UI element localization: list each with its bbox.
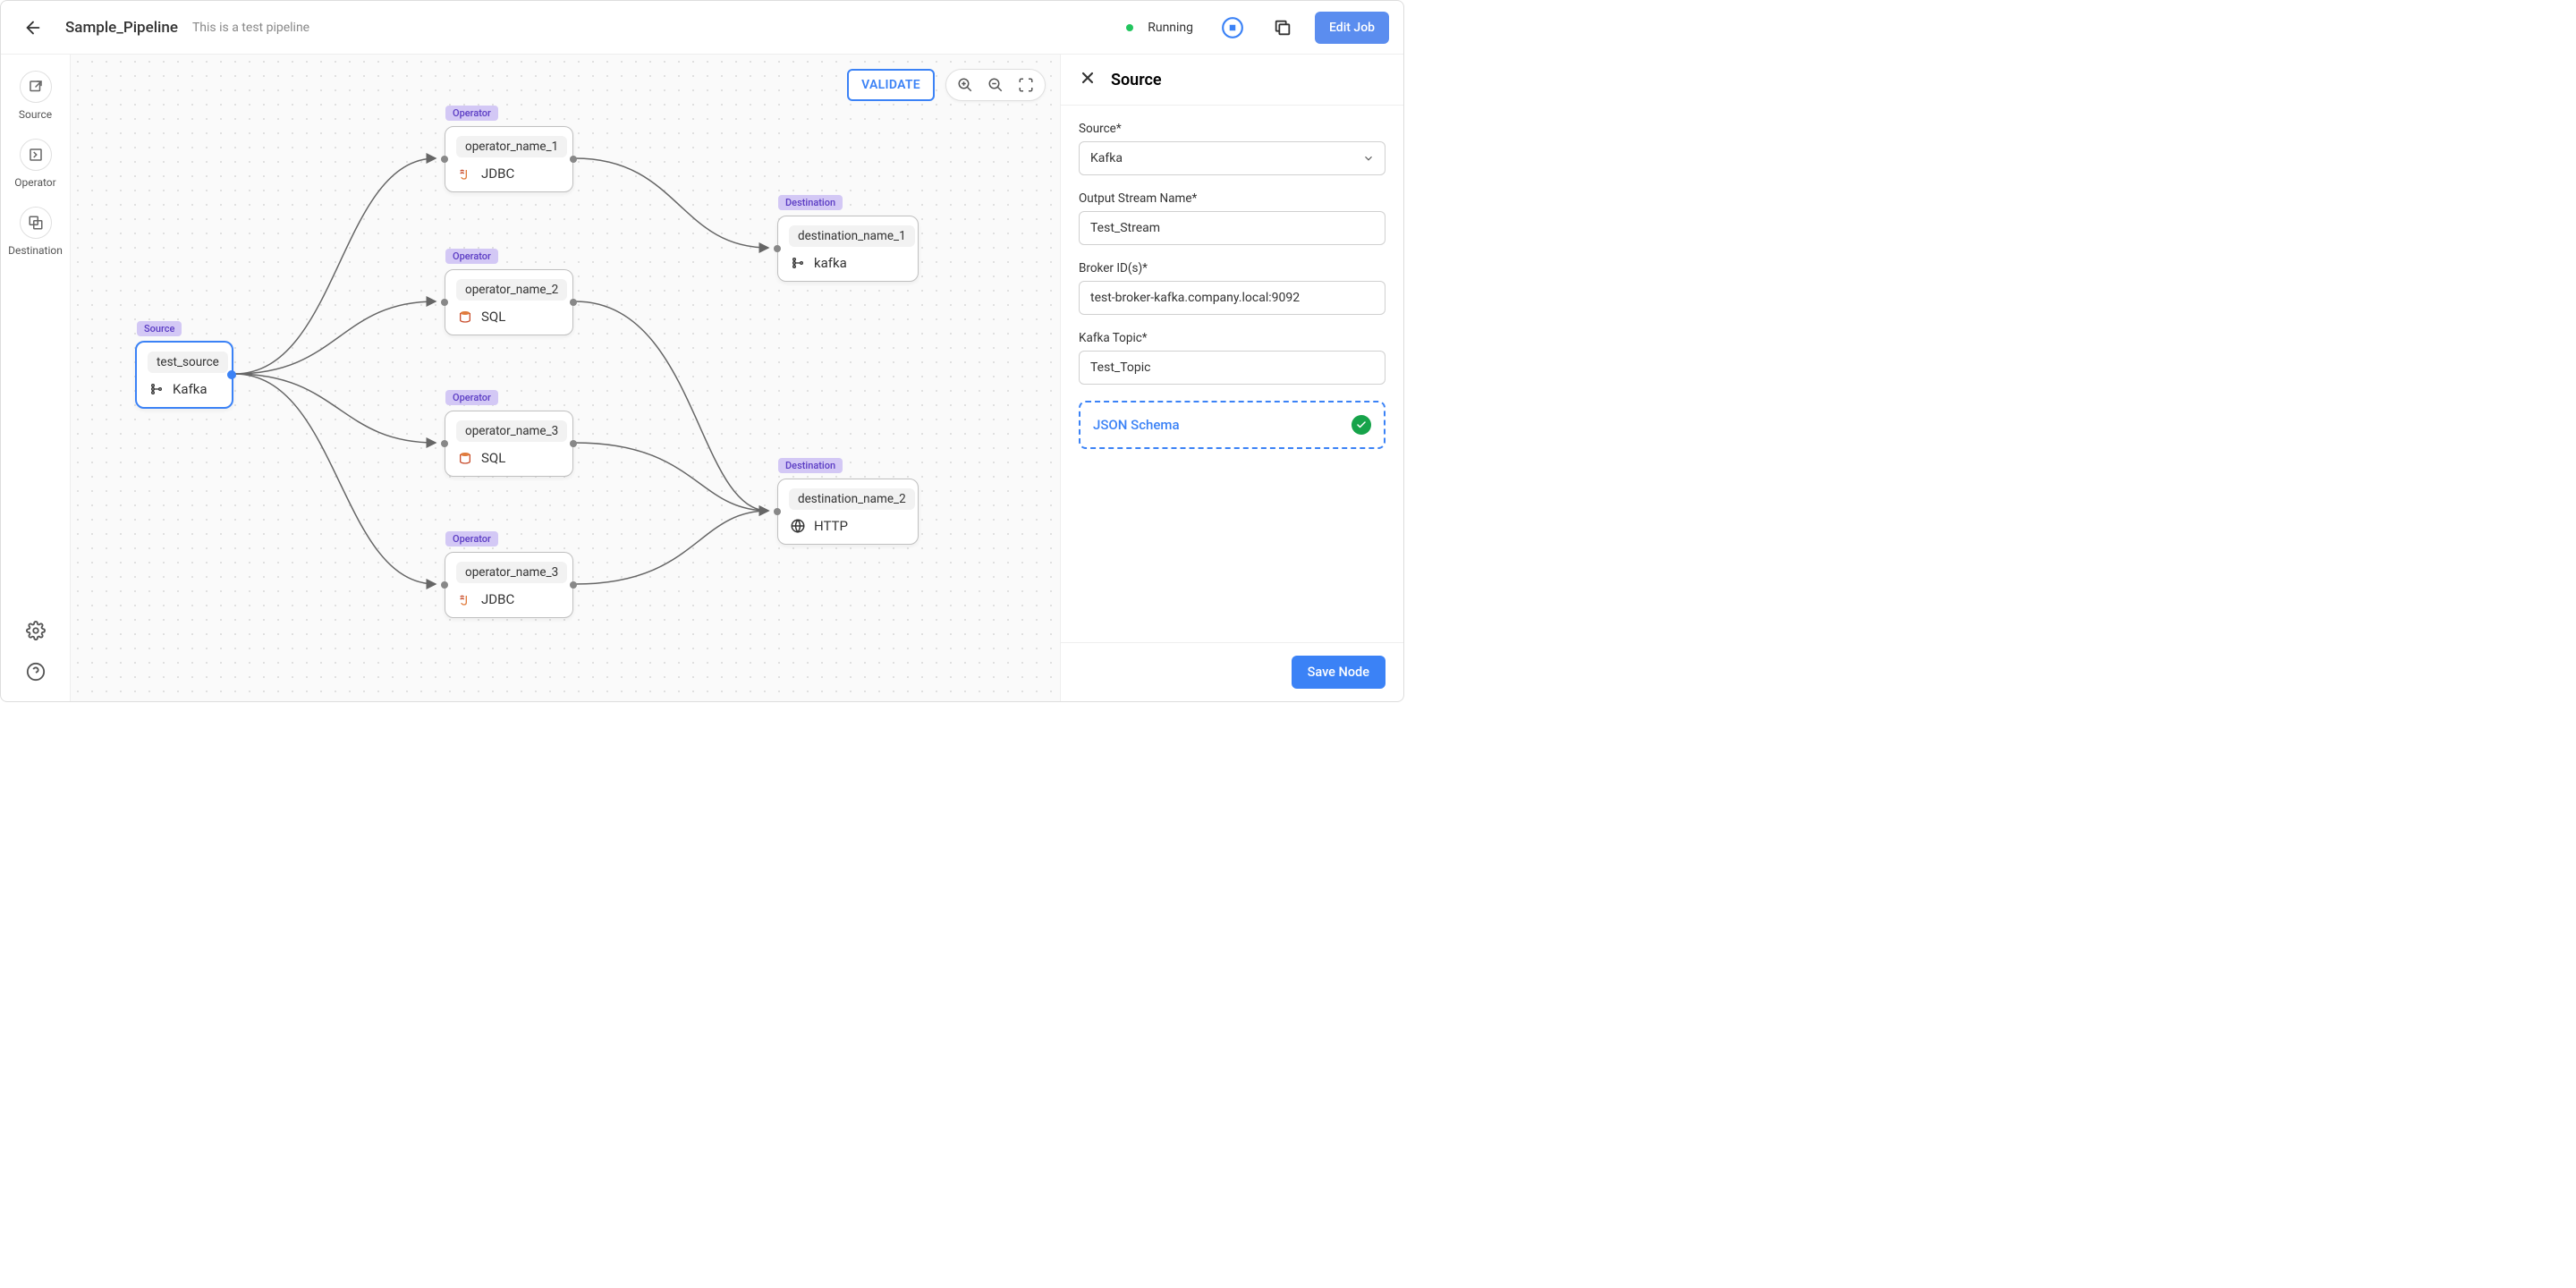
node-name: destination_name_2 <box>789 488 915 510</box>
sidebar-item-label: Destination <box>8 244 63 257</box>
zoom-controls <box>945 69 1046 101</box>
zoom-out-button[interactable] <box>986 75 1005 95</box>
source-select[interactable]: Kafka <box>1079 141 1385 175</box>
save-node-button[interactable]: Save Node <box>1292 656 1385 689</box>
check-badge <box>1352 415 1371 435</box>
stop-icon <box>1221 16 1244 39</box>
node-tech: kafka <box>814 255 847 271</box>
panel-title: Source <box>1111 71 1162 89</box>
node-output-handle[interactable] <box>570 156 577 163</box>
node-operator-1[interactable]: Operator operator_name_1 JDBC <box>445 126 573 192</box>
help-button[interactable] <box>21 657 51 687</box>
settings-button[interactable] <box>21 615 51 646</box>
fullscreen-icon <box>1018 77 1034 93</box>
node-output-handle[interactable] <box>570 299 577 306</box>
validate-button[interactable]: VALIDATE <box>847 69 935 101</box>
kafka-icon <box>148 380 165 398</box>
node-name: operator_name_2 <box>456 279 567 301</box>
stream-name-input[interactable] <box>1079 211 1385 245</box>
gear-icon <box>26 621 46 640</box>
node-name: operator_name_3 <box>456 420 567 442</box>
node-name: operator_name_1 <box>456 136 567 157</box>
node-output-handle[interactable] <box>227 370 236 379</box>
broker-ids-label: Broker ID(s)* <box>1079 261 1385 275</box>
sidebar-item-operator[interactable]: Operator <box>14 139 55 189</box>
destination-icon <box>20 207 52 239</box>
close-icon <box>1079 69 1097 87</box>
node-input-handle[interactable] <box>441 299 448 306</box>
copy-button[interactable] <box>1265 10 1301 46</box>
copy-icon <box>1273 18 1292 38</box>
status-text: Running <box>1148 21 1193 35</box>
node-name: operator_name_3 <box>456 562 567 583</box>
sidebar-item-label: Source <box>19 108 52 121</box>
node-destination-1[interactable]: Destination destination_name_1 kafka <box>777 216 919 282</box>
node-tech: HTTP <box>814 518 848 534</box>
json-schema-label: JSON Schema <box>1093 417 1180 433</box>
node-badge: Operator <box>445 531 498 547</box>
help-icon <box>26 662 46 682</box>
pipeline-canvas[interactable]: VALIDATE <box>71 55 1060 701</box>
node-tech: SQL <box>481 450 505 466</box>
stop-button[interactable] <box>1215 10 1250 46</box>
node-badge: Destination <box>778 458 843 473</box>
zoom-in-icon <box>957 77 973 93</box>
jdbc-icon <box>456 590 474 608</box>
node-output-handle[interactable] <box>570 440 577 447</box>
back-button[interactable] <box>15 10 51 46</box>
node-operator-3[interactable]: Operator operator_name_3 SQL <box>445 411 573 477</box>
node-tech: SQL <box>481 309 505 325</box>
close-panel-button[interactable] <box>1079 69 1097 90</box>
arrow-left-icon <box>23 18 43 38</box>
node-badge: Operator <box>445 249 498 264</box>
node-output-handle[interactable] <box>570 581 577 589</box>
node-source[interactable]: Source test_source Kafka <box>135 341 233 409</box>
node-operator-2[interactable]: Operator operator_name_2 SQL <box>445 269 573 335</box>
http-icon <box>789 517 807 535</box>
status-indicator-dot <box>1126 24 1133 31</box>
node-badge: Operator <box>445 106 498 121</box>
fullscreen-button[interactable] <box>1016 75 1036 95</box>
node-input-handle[interactable] <box>774 245 781 252</box>
sidebar-item-label: Operator <box>14 176 55 189</box>
node-destination-2[interactable]: Destination destination_name_2 HTTP <box>777 479 919 545</box>
node-badge: Source <box>137 321 182 336</box>
stream-name-label: Output Stream Name* <box>1079 191 1385 206</box>
node-input-handle[interactable] <box>441 581 448 589</box>
node-input-handle[interactable] <box>441 156 448 163</box>
node-tech: Kafka <box>173 381 208 397</box>
sidebar-item-source[interactable]: Source <box>19 71 52 121</box>
node-name: destination_name_1 <box>789 225 915 247</box>
check-icon <box>1356 419 1367 430</box>
node-badge: Destination <box>778 195 843 210</box>
edit-job-button[interactable]: Edit Job <box>1315 12 1389 44</box>
node-operator-4[interactable]: Operator operator_name_3 JDBC <box>445 552 573 618</box>
json-schema-box[interactable]: JSON Schema <box>1079 401 1385 449</box>
node-tech: JDBC <box>481 591 514 607</box>
operator-icon <box>20 139 52 171</box>
jdbc-icon <box>456 165 474 182</box>
sql-icon <box>456 449 474 467</box>
kafka-topic-input[interactable] <box>1079 351 1385 385</box>
source-icon <box>20 71 52 103</box>
page-title: Sample_Pipeline <box>65 19 178 37</box>
kafka-topic-label: Kafka Topic* <box>1079 331 1385 345</box>
node-name: test_source <box>148 352 228 373</box>
page-subtitle: This is a test pipeline <box>192 21 309 35</box>
kafka-icon <box>789 254 807 272</box>
broker-ids-input[interactable] <box>1079 281 1385 315</box>
node-badge: Operator <box>445 390 498 405</box>
zoom-out-icon <box>987 77 1004 93</box>
source-label: Source* <box>1079 122 1385 136</box>
zoom-in-button[interactable] <box>955 75 975 95</box>
sidebar-item-destination[interactable]: Destination <box>8 207 63 257</box>
node-input-handle[interactable] <box>774 508 781 515</box>
node-tech: JDBC <box>481 165 514 182</box>
sql-icon <box>456 308 474 326</box>
node-input-handle[interactable] <box>441 440 448 447</box>
